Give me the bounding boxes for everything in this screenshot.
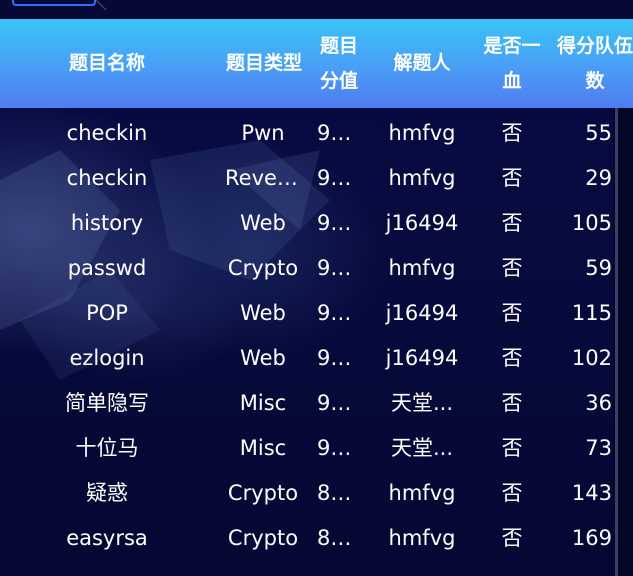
cell-team-count: 169 (571, 526, 612, 550)
table-row[interactable]: 十位马 Misc 97... 天堂... 否 73 (0, 426, 613, 471)
cell-challenge-type: Web (240, 346, 286, 370)
header-solver[interactable]: 解题人 (377, 19, 467, 108)
cell-team-count: 143 (571, 481, 612, 505)
cell-challenge-name: easyrsa (66, 526, 148, 550)
table-row[interactable]: passwd Crypto 98... hmfvg 否 59 (0, 246, 613, 291)
cell-challenge-name: 十位马 (75, 436, 139, 460)
cell-team-count: 55 (585, 121, 612, 145)
cell-challenge-name: checkin (66, 166, 148, 190)
table-row[interactable]: ezlogin Web 94... j16494 否 102 (0, 336, 613, 381)
scrollbar-thumb[interactable] (615, 108, 618, 576)
cell-challenge-name: history (70, 211, 144, 235)
header-challenge-name-label: 题目名称 (68, 52, 145, 74)
header-solver-label: 解题人 (393, 52, 451, 74)
cell-score: 93... (317, 301, 361, 325)
scrollbar[interactable] (613, 108, 633, 576)
header-challenge-name[interactable]: 题目名称 (45, 19, 169, 108)
cell-challenge-type: Pwn (241, 121, 285, 145)
cell-solver: hmfvg (388, 166, 456, 190)
table-row[interactable]: 简单隐写 Misc 99... 天堂... 否 36 (0, 381, 613, 426)
top-toolbar (0, 0, 633, 19)
cell-solver: hmfvg (388, 526, 456, 550)
cell-first-blood: 否 (501, 481, 523, 505)
top-divider-decoration (95, 0, 135, 10)
cell-solver: hmfvg (388, 481, 456, 505)
header-first-blood-line1: 是否一 (483, 34, 541, 57)
cell-first-blood: 否 (501, 166, 523, 190)
cell-team-count: 115 (571, 301, 612, 325)
top-tab-button[interactable] (12, 0, 96, 6)
cell-first-blood: 否 (501, 346, 523, 370)
cell-score: 94... (317, 346, 361, 370)
header-score-line2: 分值 (319, 69, 358, 92)
cell-score: 99... (317, 391, 361, 415)
cell-score: 98... (317, 121, 361, 145)
cell-team-count: 59 (585, 256, 612, 280)
table-row[interactable]: history Web 94... j16494 否 105 (0, 201, 613, 246)
cell-challenge-type: Crypto (227, 256, 299, 280)
header-challenge-type[interactable]: 题目类型 (220, 19, 308, 108)
cell-score: 99... (317, 166, 361, 190)
cell-challenge-type: Misc (239, 391, 287, 415)
cell-score: 98... (317, 256, 361, 280)
header-first-blood[interactable]: 是否一 血 (478, 19, 546, 108)
cell-solver: hmfvg (388, 256, 456, 280)
cell-challenge-name: 简单隐写 (65, 391, 149, 415)
cell-first-blood: 否 (501, 436, 523, 460)
cell-team-count: 105 (571, 211, 612, 235)
table-row[interactable]: checkin Rever... 99... hmfvg 否 29 (0, 156, 613, 201)
table-row[interactable]: 疑惑 Crypto 89... hmfvg 否 143 (0, 471, 613, 516)
cell-first-blood: 否 (501, 256, 523, 280)
cell-challenge-name: POP (86, 301, 128, 325)
cell-challenge-type: Crypto (227, 526, 299, 550)
header-score[interactable]: 题目 分值 (314, 19, 364, 108)
cell-first-blood: 否 (501, 211, 523, 235)
cell-challenge-type: Web (240, 301, 286, 325)
cell-solver: hmfvg (388, 121, 456, 145)
cell-first-blood: 否 (501, 301, 523, 325)
cell-score: 94... (317, 211, 361, 235)
cell-score: 85... (317, 526, 361, 550)
cell-challenge-type: Web (240, 211, 286, 235)
cell-challenge-type: Crypto (227, 481, 299, 505)
cell-team-count: 73 (585, 436, 612, 460)
header-team-count[interactable]: 得分队伍 数 (552, 19, 633, 108)
cell-challenge-name: passwd (67, 256, 147, 280)
header-challenge-type-label: 题目类型 (225, 52, 302, 74)
cell-first-blood: 否 (501, 121, 523, 145)
table-row[interactable]: POP Web 93... j16494 否 115 (0, 291, 613, 336)
cell-first-blood: 否 (501, 526, 523, 550)
header-first-blood-line2: 血 (502, 69, 522, 92)
header-team-count-line2: 数 (585, 69, 605, 92)
cell-solver: j16494 (385, 301, 459, 325)
cell-first-blood: 否 (501, 391, 523, 415)
cell-team-count: 36 (585, 391, 612, 415)
cell-challenge-name: 疑惑 (86, 481, 128, 505)
cell-score: 89... (317, 481, 361, 505)
cell-team-count: 29 (585, 166, 612, 190)
cell-solver: j16494 (385, 211, 459, 235)
table-row[interactable]: easyrsa Crypto 85... hmfvg 否 169 (0, 516, 613, 561)
header-team-count-line1: 得分队伍 (556, 34, 633, 57)
cell-challenge-name: checkin (66, 121, 148, 145)
cell-solver: 天堂... (390, 436, 454, 460)
cell-challenge-type: Rever... (225, 166, 301, 190)
cell-challenge-name: ezlogin (69, 346, 145, 370)
table-header: 题目名称 题目类型 题目 分值 解题人 是否一 血 得分队伍 数 (0, 19, 633, 108)
header-score-line1: 题目 (319, 34, 358, 57)
cell-score: 97... (317, 436, 361, 460)
cell-challenge-type: Misc (239, 436, 287, 460)
table-row[interactable]: checkin Pwn 98... hmfvg 否 55 (0, 111, 613, 156)
cell-solver: j16494 (385, 346, 459, 370)
cell-solver: 天堂... (390, 391, 454, 415)
cell-team-count: 102 (571, 346, 612, 370)
